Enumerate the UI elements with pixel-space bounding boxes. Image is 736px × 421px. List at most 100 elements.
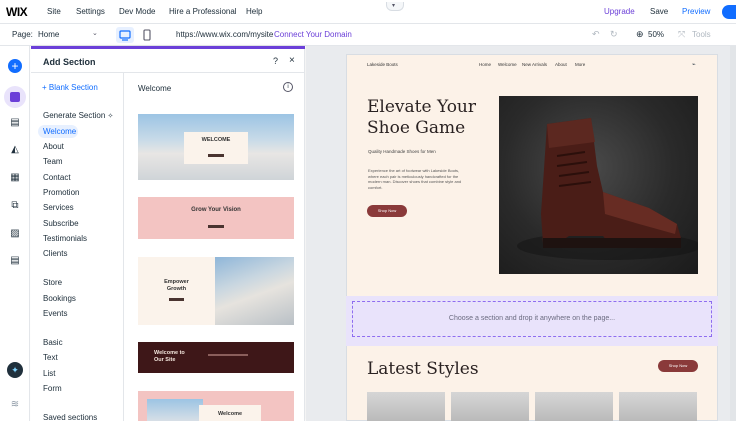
category-about[interactable]: About xyxy=(43,142,64,151)
category-form[interactable]: Form xyxy=(43,384,62,393)
sections-icon xyxy=(10,92,20,102)
add-section-panel: Add Section ? × + Blank Section Generate… xyxy=(31,46,305,421)
thumbnail-label: Welcome to Our Site xyxy=(154,350,185,363)
category-subscribe[interactable]: Subscribe xyxy=(43,219,79,228)
category-basic[interactable]: Basic xyxy=(43,338,63,347)
thumbnail-label: Empower Growth xyxy=(164,279,189,292)
menu-dev-mode[interactable]: Dev Mode xyxy=(119,7,155,16)
site-logo-text[interactable]: Lakeside Boots xyxy=(367,62,398,67)
publish-button[interactable] xyxy=(722,5,736,19)
category-list[interactable]: List xyxy=(43,369,55,378)
latest-shop-now-button[interactable]: Shop Now xyxy=(658,360,698,372)
latest-styles-title[interactable]: Latest Styles xyxy=(367,359,479,379)
product-image[interactable] xyxy=(367,392,445,421)
business-apps-button[interactable]: ⧉ xyxy=(7,197,23,213)
site-nav-new-arrivals[interactable]: New Arrivals xyxy=(522,62,547,67)
site-page[interactable]: Lakeside Boots Home Welcome New Arrivals… xyxy=(346,54,718,421)
upgrade-button[interactable]: Upgrade xyxy=(604,7,635,16)
paint-drop-icon: ◭ xyxy=(11,143,19,155)
layers-button[interactable]: ≋ xyxy=(7,396,23,412)
panel-title: Add Section xyxy=(43,57,96,67)
zoom-level[interactable]: 50% xyxy=(648,30,664,39)
wix-logo[interactable]: WIX xyxy=(6,5,28,19)
category-saved-sections[interactable]: Saved sections xyxy=(43,413,97,421)
info-icon[interactable]: i xyxy=(283,82,293,92)
product-image[interactable] xyxy=(535,392,613,421)
product-image[interactable] xyxy=(619,392,697,421)
close-icon[interactable]: × xyxy=(289,55,295,66)
section-thumbnail[interactable]: Empower Growth xyxy=(138,257,294,325)
page-select[interactable]: Home xyxy=(38,30,59,39)
section-drop-zone[interactable]: Choose a section and drop it anywhere on… xyxy=(346,296,718,346)
product-image[interactable] xyxy=(451,392,529,421)
thumbnail-text-line xyxy=(208,354,248,356)
thumbnail-image xyxy=(215,257,294,325)
category-testimonials[interactable]: Testimonials xyxy=(43,234,87,243)
site-nav-welcome[interactable]: Welcome xyxy=(498,62,517,67)
site-nav-home[interactable]: Home xyxy=(479,62,491,67)
site-dropdown-toggle[interactable]: ▾ xyxy=(386,2,404,11)
preview-button[interactable]: Preview xyxy=(682,7,710,16)
left-rail: + ▤ ◭ ▦ ⧉ ▨ ▤ ✦ ≋ xyxy=(0,46,30,421)
category-events[interactable]: Events xyxy=(43,309,67,318)
category-promotion[interactable]: Promotion xyxy=(43,188,79,197)
category-welcome[interactable]: Welcome xyxy=(38,125,78,138)
add-section-button[interactable] xyxy=(4,86,26,108)
desktop-icon xyxy=(119,30,131,41)
hero-shop-now-button[interactable]: Shop Now xyxy=(367,205,407,217)
pages-button[interactable]: ▤ xyxy=(7,114,23,130)
thumbnail-button xyxy=(169,298,184,301)
cms-button[interactable]: ▤ xyxy=(7,252,23,268)
tools-button[interactable]: Tools xyxy=(692,30,711,39)
section-thumbnail[interactable]: WELCOME xyxy=(138,114,294,180)
desktop-view-button[interactable] xyxy=(116,27,134,43)
hero-body[interactable]: Experience the art of footwear with Lake… xyxy=(368,168,464,190)
site-nav-more[interactable]: More xyxy=(575,62,585,67)
redo-icon[interactable]: ↻ xyxy=(610,29,618,40)
category-bookings[interactable]: Bookings xyxy=(43,294,76,303)
section-thumbnail[interactable]: Welcome xyxy=(138,391,294,421)
media-button[interactable]: ▨ xyxy=(7,225,23,241)
hero-subtitle[interactable]: Quality Handmade Shoes for Men xyxy=(368,149,436,154)
section-thumbnail[interactable]: Welcome to Our Site xyxy=(138,342,294,373)
menu-help[interactable]: Help xyxy=(246,7,262,16)
menu-site[interactable]: Site xyxy=(47,7,61,16)
canvas-scrollbar[interactable] xyxy=(730,46,736,421)
grid-icon: ▦ xyxy=(10,171,20,183)
mobile-icon xyxy=(143,29,151,41)
category-team[interactable]: Team xyxy=(43,157,63,166)
category-store[interactable]: Store xyxy=(43,278,62,287)
image-icon: ▨ xyxy=(10,227,20,239)
generate-section-button[interactable]: Generate Section ✧ xyxy=(43,111,113,120)
save-button[interactable]: Save xyxy=(650,7,668,16)
chevron-down-icon[interactable]: ⌄ xyxy=(92,29,98,37)
hero-title[interactable]: Elevate Your Shoe Game xyxy=(367,97,477,139)
blank-section-button[interactable]: + Blank Section xyxy=(42,83,98,92)
plus-icon: + xyxy=(8,59,22,73)
thumbnail-button xyxy=(208,225,224,228)
undo-icon[interactable]: ↶ xyxy=(592,29,600,40)
category-text[interactable]: Text xyxy=(43,353,58,362)
menu-settings[interactable]: Settings xyxy=(76,7,105,16)
top-bar: WIX Site Settings Dev Mode Hire a Profes… xyxy=(0,0,736,24)
ai-assistant-button[interactable]: ✦ xyxy=(7,362,23,378)
site-nav-about[interactable]: About xyxy=(555,62,567,67)
apps-button[interactable]: ▦ xyxy=(7,169,23,185)
menu-hire-professional[interactable]: Hire a Professional xyxy=(169,7,237,16)
design-button[interactable]: ◭ xyxy=(7,141,23,157)
cart-icon[interactable]: ⌁ xyxy=(692,61,696,68)
connect-domain-link[interactable]: Connect Your Domain xyxy=(274,30,352,39)
category-contact[interactable]: Contact xyxy=(43,173,71,182)
tools-icon[interactable]: ⤧ xyxy=(678,29,685,40)
thumbnail-label: Grow Your Vision xyxy=(191,207,241,213)
mobile-view-button[interactable] xyxy=(140,27,154,43)
add-elements-button[interactable]: + xyxy=(7,58,23,74)
category-services[interactable]: Services xyxy=(43,203,74,212)
category-clients[interactable]: Clients xyxy=(43,249,67,258)
thumbnail-card: Welcome xyxy=(199,405,261,421)
section-thumbnail[interactable]: Grow Your Vision xyxy=(138,197,294,239)
page-label: Page: xyxy=(12,30,33,39)
zoom-icon[interactable]: ⊕ xyxy=(636,29,644,40)
help-icon[interactable]: ? xyxy=(273,56,278,66)
hero-boot-image[interactable] xyxy=(499,96,698,274)
